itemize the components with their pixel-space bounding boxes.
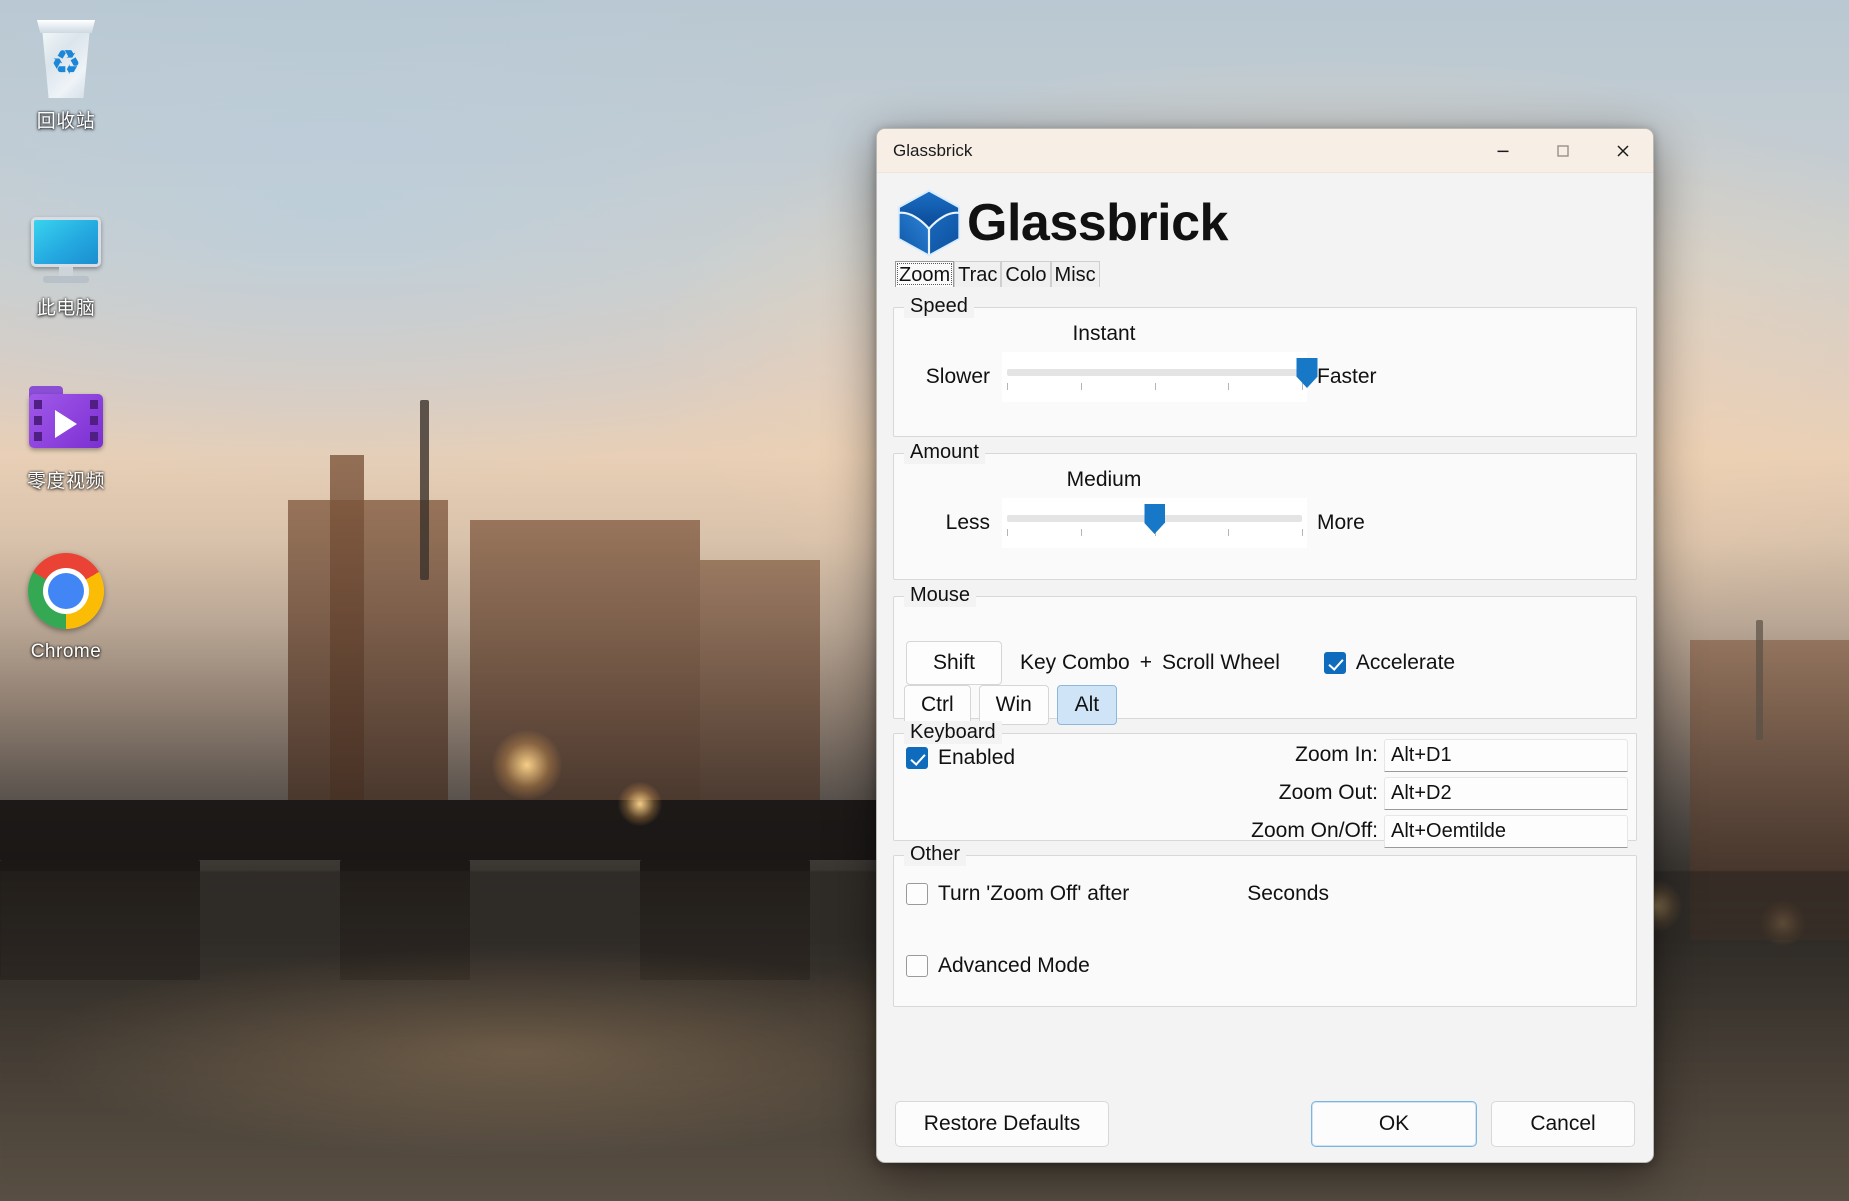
zoom-on-off-input[interactable]: Alt+Oemtilde xyxy=(1384,814,1628,848)
accelerate-checkbox-row[interactable]: Accelerate xyxy=(1323,651,1456,675)
tab-track[interactable]: Trac xyxy=(954,261,1002,287)
speed-group: Speed Instant Slower Faster xyxy=(893,295,1637,437)
restore-defaults-button[interactable]: Restore Defaults xyxy=(895,1101,1109,1147)
street-lamp-glow-2 xyxy=(618,782,662,826)
speed-max-label: Faster xyxy=(1317,365,1377,388)
zoom-in-input[interactable]: Alt+D1 xyxy=(1384,738,1628,772)
advanced-mode-checkbox-row[interactable]: Advanced Mode xyxy=(906,954,1090,978)
desktop-icon-video-folder[interactable]: 零度视频 xyxy=(7,378,125,493)
window-controls xyxy=(1473,129,1653,173)
minimize-icon xyxy=(1497,150,1509,153)
window-title: Glassbrick xyxy=(893,140,973,160)
desktop-icon-label: Chrome xyxy=(30,641,102,662)
window-titlebar[interactable]: Glassbrick xyxy=(877,129,1653,173)
chrome-icon xyxy=(23,548,109,634)
accelerate-checkbox[interactable] xyxy=(1323,652,1346,674)
other-group: Other Turn 'Zoom Off' after Seconds Adva… xyxy=(893,843,1637,1007)
maximize-button[interactable] xyxy=(1533,129,1593,173)
video-folder-icon xyxy=(23,378,109,464)
accelerate-label: Accelerate xyxy=(1355,651,1456,674)
turn-zoom-off-row: Turn 'Zoom Off' after Seconds xyxy=(906,882,1329,906)
amount-group: Amount Medium Less More xyxy=(893,441,1637,580)
scenery-spire xyxy=(420,400,429,580)
desktop-icon-this-pc[interactable]: 此电脑 xyxy=(7,205,125,320)
desktop-icon-recycle-bin[interactable]: ♻ 回收站 xyxy=(7,18,125,133)
close-icon xyxy=(1617,145,1629,157)
other-legend: Other xyxy=(904,843,967,866)
scroll-wheel-label: Scroll Wheel xyxy=(1161,651,1280,674)
mouse-modifier-buttons: Ctrl Win Alt xyxy=(904,685,1117,725)
keyboard-shortcut-fields: Zoom In: Alt+D1 Zoom Out: Alt+D2 Zoom On… xyxy=(1208,736,1628,850)
keyboard-enabled-label: Enabled xyxy=(938,746,1016,769)
advanced-mode-checkbox[interactable] xyxy=(906,955,928,977)
modifier-button-alt[interactable]: Alt xyxy=(1056,685,1117,725)
shortcut-row-zoom-on-off: Zoom On/Off: Alt+Oemtilde xyxy=(1208,812,1628,850)
monitor-icon xyxy=(23,205,109,291)
zoom-in-label: Zoom In: xyxy=(1295,743,1378,766)
desktop-icon-label: 回收站 xyxy=(36,111,96,132)
tab-zoom[interactable]: Zoom xyxy=(895,261,955,287)
turn-zoom-off-checkbox-row[interactable]: Turn 'Zoom Off' after xyxy=(906,882,1129,906)
bridge-deck xyxy=(0,800,900,860)
zoom-out-input[interactable]: Alt+D2 xyxy=(1384,776,1628,810)
street-lamp-glow-1 xyxy=(492,730,562,800)
tab-misc[interactable]: Misc xyxy=(1050,261,1100,287)
brand-name: Glassbrick xyxy=(967,194,1228,252)
dialog-footer: Restore Defaults OK Cancel xyxy=(877,1086,1653,1162)
maximize-icon xyxy=(1557,145,1569,157)
seconds-label: Seconds xyxy=(1247,882,1329,905)
amount-slider[interactable] xyxy=(1002,498,1307,548)
speed-slider-track[interactable] xyxy=(1007,369,1302,376)
window-client-area: Glassbrick Zoom Trac Colo Misc Speed Ins… xyxy=(877,173,1653,1162)
amount-max-label: More xyxy=(1317,511,1365,534)
zoom-out-label: Zoom Out: xyxy=(1278,781,1378,804)
ok-button[interactable]: OK xyxy=(1311,1101,1477,1147)
speed-min-label: Slower xyxy=(925,365,990,388)
shortcut-row-zoom-out: Zoom Out: Alt+D2 xyxy=(1208,774,1628,812)
advanced-mode-label: Advanced Mode xyxy=(938,954,1090,977)
glassbrick-window: Glassbrick Glassbrick Zoom Trac Colo Mis… xyxy=(876,128,1654,1163)
speed-slider[interactable] xyxy=(1002,352,1318,402)
scenery-flagpole xyxy=(1756,620,1763,740)
glassbrick-logo-icon xyxy=(893,187,965,259)
modifier-button-ctrl[interactable]: Ctrl xyxy=(904,685,971,725)
keyboard-group: Keyboard Enabled Zoom In: Alt+D1 Zoom Ou… xyxy=(893,721,1637,848)
desktop-icon-label: 零度视频 xyxy=(26,471,105,492)
plus-sign: + xyxy=(1139,651,1152,674)
close-button[interactable] xyxy=(1593,129,1653,173)
speed-slider-ticks xyxy=(1007,383,1303,391)
amount-min-label: Less xyxy=(945,511,990,534)
minimize-button[interactable] xyxy=(1473,129,1533,173)
mouse-legend: Mouse xyxy=(904,584,977,607)
tab-color[interactable]: Colo xyxy=(1001,261,1051,287)
settings-tabs: Zoom Trac Colo Misc xyxy=(895,259,1101,287)
keyboard-enabled-row[interactable]: Enabled xyxy=(906,746,1015,770)
turn-zoom-off-checkbox[interactable] xyxy=(906,883,928,905)
key-combo-label: Key Combo xyxy=(1020,651,1130,674)
desktop-icon-label: 此电脑 xyxy=(36,298,96,319)
speed-value-caption: Instant xyxy=(1072,322,1136,345)
mouse-group: Mouse Shift Key Combo + Scroll Wheel Acc… xyxy=(893,584,1637,725)
cancel-button[interactable]: Cancel xyxy=(1491,1101,1635,1147)
amount-value-caption: Medium xyxy=(1066,468,1142,491)
turn-zoom-off-label: Turn 'Zoom Off' after xyxy=(938,882,1130,905)
keyboard-enabled-checkbox[interactable] xyxy=(906,747,928,769)
brand-header: Glassbrick xyxy=(877,173,1653,259)
mouse-modifier-display[interactable]: Shift xyxy=(906,641,1002,685)
recycle-bin-icon: ♻ xyxy=(23,18,109,104)
shortcut-row-zoom-in: Zoom In: Alt+D1 xyxy=(1208,736,1628,774)
desktop-icon-chrome[interactable]: Chrome xyxy=(7,548,125,663)
modifier-button-win[interactable]: Win xyxy=(978,685,1049,725)
keyboard-legend: Keyboard xyxy=(904,721,1002,744)
zoom-on-off-label: Zoom On/Off: xyxy=(1251,819,1378,842)
scenery-wing xyxy=(700,560,820,800)
